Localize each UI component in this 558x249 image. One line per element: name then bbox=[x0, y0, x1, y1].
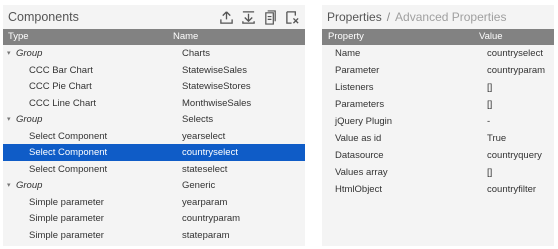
property-name: Listeners bbox=[335, 82, 374, 93]
component-type: Simple parameter bbox=[29, 196, 104, 208]
component-type: Select Component bbox=[29, 163, 108, 175]
tree-item-row[interactable]: Select Component countryselect bbox=[3, 144, 305, 161]
component-name: MonthwiseSales bbox=[182, 97, 252, 109]
property-value[interactable]: countryquery bbox=[487, 150, 542, 161]
component-type: Simple parameter bbox=[29, 213, 104, 224]
property-row[interactable]: Listeners [] bbox=[322, 79, 554, 96]
component-name: Generic bbox=[182, 180, 216, 191]
component-name: Charts bbox=[182, 48, 210, 59]
delete-button[interactable] bbox=[283, 9, 301, 26]
component-type: CCC Pie Chart bbox=[29, 81, 92, 92]
component-name: stateparam bbox=[182, 229, 230, 241]
type-column-header[interactable]: Type bbox=[8, 31, 29, 42]
property-value[interactable]: [] bbox=[487, 82, 492, 93]
name-column-header[interactable]: Name bbox=[173, 31, 198, 42]
tree-item-row[interactable]: Select Component stateselect bbox=[3, 161, 305, 178]
tree-item-row[interactable]: CCC Line Chart MonthwiseSales bbox=[3, 95, 305, 112]
property-name: jQuery Plugin bbox=[335, 116, 393, 127]
tree-group-row[interactable]: ▾ Group Selects bbox=[3, 111, 305, 128]
upload-icon bbox=[219, 11, 233, 24]
properties-column-header: Property Value bbox=[322, 29, 554, 45]
component-name: yearselect bbox=[182, 130, 226, 142]
component-name: StatewiseSales bbox=[182, 64, 247, 76]
tree-item-row[interactable]: Simple parameter yearparam bbox=[3, 194, 305, 211]
advanced-properties-link[interactable]: Advanced Properties bbox=[395, 10, 506, 24]
property-value[interactable]: - bbox=[487, 116, 490, 127]
property-name: Parameter bbox=[335, 65, 380, 76]
property-row[interactable]: HtmlObject countryfilter bbox=[322, 181, 554, 198]
component-name: yearparam bbox=[182, 196, 228, 208]
component-type: Select Component bbox=[29, 130, 108, 142]
component-type: CCC Line Chart bbox=[29, 97, 97, 109]
component-type: Group bbox=[16, 48, 43, 59]
properties-title: Properties bbox=[327, 10, 382, 24]
component-name: stateselect bbox=[182, 163, 228, 175]
property-name: Values array bbox=[335, 167, 388, 178]
component-name: countryselect bbox=[182, 147, 238, 158]
components-column-header: Type Name bbox=[3, 29, 305, 45]
property-row[interactable]: Datasource countryquery bbox=[322, 147, 554, 164]
property-name: Datasource bbox=[335, 150, 384, 161]
tree-item-row[interactable]: Simple parameter stateparam bbox=[3, 227, 305, 244]
property-value[interactable]: countryselect bbox=[487, 48, 543, 59]
components-title: Components bbox=[8, 10, 79, 24]
component-name: Selects bbox=[182, 114, 214, 125]
document-icon bbox=[264, 10, 276, 25]
property-row[interactable]: jQuery Plugin - bbox=[322, 113, 554, 130]
expand-caret-icon[interactable]: ▾ bbox=[7, 181, 11, 189]
property-name: Name bbox=[335, 48, 361, 59]
expand-caret-icon[interactable]: ▾ bbox=[7, 49, 11, 57]
component-type: Group bbox=[16, 180, 43, 191]
expand-caret-icon[interactable]: ▾ bbox=[7, 115, 11, 123]
property-value[interactable]: [] bbox=[487, 167, 492, 178]
tree-item-row[interactable]: CCC Bar Chart StatewiseSales bbox=[3, 62, 305, 79]
component-name: StatewiseStores bbox=[182, 81, 251, 92]
property-row[interactable]: Parameters [] bbox=[322, 96, 554, 113]
property-row[interactable]: Values array [] bbox=[322, 164, 554, 181]
value-column-header: Value bbox=[479, 31, 503, 42]
property-row[interactable]: Name countryselect bbox=[322, 45, 554, 62]
tree-group-row[interactable]: ▾ Group Charts bbox=[3, 45, 305, 62]
components-toolbar bbox=[217, 9, 301, 26]
property-value[interactable]: [] bbox=[487, 99, 492, 110]
tree-item-row[interactable]: CCC Pie Chart StatewiseStores bbox=[3, 78, 305, 95]
properties-header: Properties / Advanced Properties bbox=[322, 5, 554, 29]
delete-icon bbox=[285, 11, 299, 24]
document-button[interactable] bbox=[261, 9, 279, 26]
components-tree: ▾ Group Charts CCC Bar Chart StatewiseSales C… bbox=[3, 45, 305, 243]
properties-table: Name countryselect Parameter countryparam Li… bbox=[322, 45, 554, 198]
property-value[interactable]: countryparam bbox=[487, 65, 545, 76]
components-panel: Components Type Name ▾ Group Charts CCC Bar… bbox=[3, 5, 305, 246]
tree-item-row[interactable]: Select Component yearselect bbox=[3, 128, 305, 145]
component-type: Simple parameter bbox=[29, 229, 104, 241]
component-type: Select Component bbox=[29, 147, 108, 158]
property-row[interactable]: Value as id True bbox=[322, 130, 554, 147]
download-icon bbox=[241, 11, 255, 24]
properties-panel: Properties / Advanced Properties Propert… bbox=[322, 5, 554, 246]
upload-button[interactable] bbox=[217, 9, 235, 26]
property-row[interactable]: Parameter countryparam bbox=[322, 62, 554, 79]
property-name: Parameters bbox=[335, 99, 385, 110]
component-name: countryparam bbox=[182, 213, 241, 224]
property-name: Value as id bbox=[335, 133, 382, 144]
tree-item-row[interactable]: Simple parameter countryparam bbox=[3, 210, 305, 227]
property-value[interactable]: True bbox=[487, 133, 506, 144]
component-type: Group bbox=[16, 114, 43, 125]
component-type: CCC Bar Chart bbox=[29, 64, 93, 76]
breadcrumb-separator: / bbox=[386, 10, 391, 24]
download-button[interactable] bbox=[239, 9, 257, 26]
property-name: HtmlObject bbox=[335, 184, 382, 195]
components-header: Components bbox=[3, 5, 305, 29]
tree-group-row[interactable]: ▾ Group Generic bbox=[3, 177, 305, 194]
property-column-header: Property bbox=[328, 31, 364, 42]
property-value[interactable]: countryfilter bbox=[487, 184, 536, 195]
